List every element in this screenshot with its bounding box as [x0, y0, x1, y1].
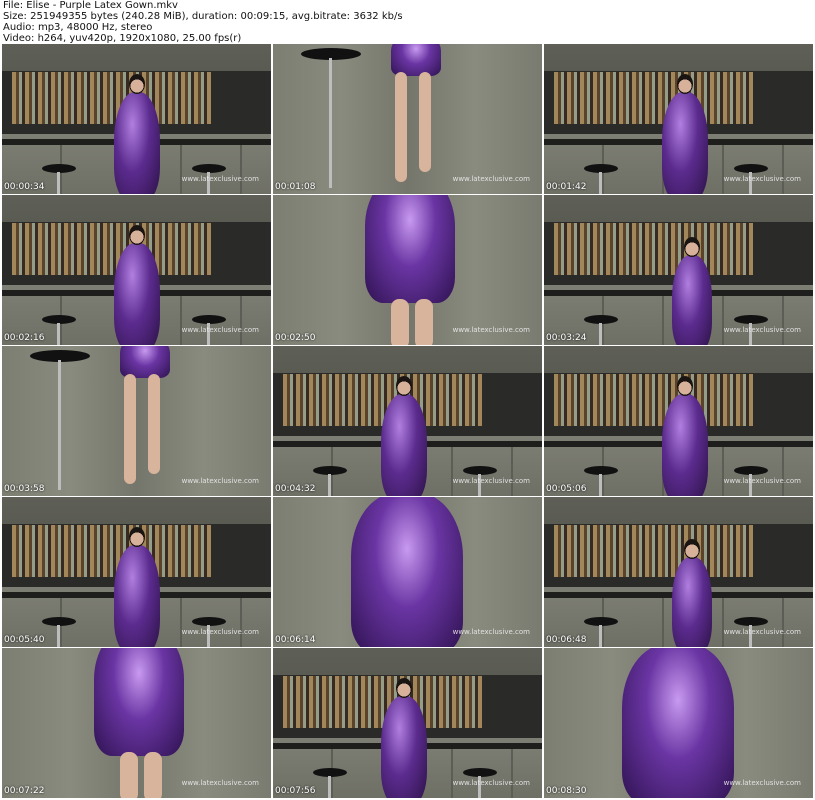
thumbnail-timestamp: 00:06:48 [546, 635, 587, 645]
thumbnail-grid: 00:00:34 www.latexclusive.com 00:01:08 www.… [0, 44, 815, 800]
thumbnail-timestamp: 00:02:50 [275, 333, 316, 343]
watermark-text: www.latexclusive.com [452, 477, 530, 485]
video-thumbnail: 00:03:24 www.latexclusive.com [544, 195, 813, 345]
thumbnail-timestamp: 00:03:24 [546, 333, 587, 343]
thumbnail-timestamp: 00:02:16 [4, 333, 45, 343]
watermark-text: www.latexclusive.com [723, 628, 801, 636]
video-thumbnail: 00:02:16 www.latexclusive.com [2, 195, 271, 345]
thumbnail-timestamp: 00:01:42 [546, 182, 587, 192]
thumbnail-timestamp: 00:05:40 [4, 635, 45, 645]
audio-info-line: Audio: mp3, 48000 Hz, stereo [3, 22, 153, 33]
watermark-text: www.latexclusive.com [181, 628, 259, 636]
video-thumbnail: 00:00:34 www.latexclusive.com [2, 44, 271, 194]
watermark-text: www.latexclusive.com [452, 326, 530, 334]
video-thumbnail: 00:07:56 www.latexclusive.com [273, 648, 542, 798]
thumbnail-timestamp: 00:05:06 [546, 484, 587, 494]
video-thumbnail: 00:01:42 www.latexclusive.com [544, 44, 813, 194]
thumbnail-timestamp: 00:07:22 [4, 786, 45, 796]
watermark-text: www.latexclusive.com [452, 628, 530, 636]
video-thumbnail: 00:08:30 www.latexclusive.com [544, 648, 813, 798]
thumbnail-timestamp: 00:00:34 [4, 182, 45, 192]
file-size-line: Size: 251949355 bytes (240.28 MiB), dura… [3, 11, 403, 22]
file-name-line: File: Elise - Purple Latex Gown.mkv [3, 0, 178, 11]
video-thumbnail: 00:03:58 www.latexclusive.com [2, 346, 271, 496]
thumbnail-timestamp: 00:04:32 [275, 484, 316, 494]
video-thumbnail: 00:07:22 www.latexclusive.com [2, 648, 271, 798]
watermark-text: www.latexclusive.com [181, 326, 259, 334]
file-info-header: File: Elise - Purple Latex Gown.mkv Size… [3, 0, 803, 44]
watermark-text: www.latexclusive.com [181, 779, 259, 787]
video-thumbnail: 00:05:40 www.latexclusive.com [2, 497, 271, 647]
video-thumbnail: 00:06:48 www.latexclusive.com [544, 497, 813, 647]
watermark-text: www.latexclusive.com [723, 326, 801, 334]
video-thumbnail: 00:01:08 www.latexclusive.com [273, 44, 542, 194]
video-thumbnail: 00:05:06 www.latexclusive.com [544, 346, 813, 496]
watermark-text: www.latexclusive.com [181, 477, 259, 485]
thumbnail-timestamp: 00:06:14 [275, 635, 316, 645]
thumbnail-timestamp: 00:08:30 [546, 786, 587, 796]
watermark-text: www.latexclusive.com [723, 477, 801, 485]
watermark-text: www.latexclusive.com [181, 175, 259, 183]
watermark-text: www.latexclusive.com [452, 779, 530, 787]
watermark-text: www.latexclusive.com [452, 175, 530, 183]
thumbnail-timestamp: 00:03:58 [4, 484, 45, 494]
thumbnail-timestamp: 00:07:56 [275, 786, 316, 796]
video-thumbnail: 00:04:32 www.latexclusive.com [273, 346, 542, 496]
video-thumbnail: 00:06:14 www.latexclusive.com [273, 497, 542, 647]
watermark-text: www.latexclusive.com [723, 779, 801, 787]
thumbnail-timestamp: 00:01:08 [275, 182, 316, 192]
video-thumbnail: 00:02:50 www.latexclusive.com [273, 195, 542, 345]
video-info-line: Video: h264, yuv420p, 1920x1080, 25.00 f… [3, 33, 242, 44]
watermark-text: www.latexclusive.com [723, 175, 801, 183]
